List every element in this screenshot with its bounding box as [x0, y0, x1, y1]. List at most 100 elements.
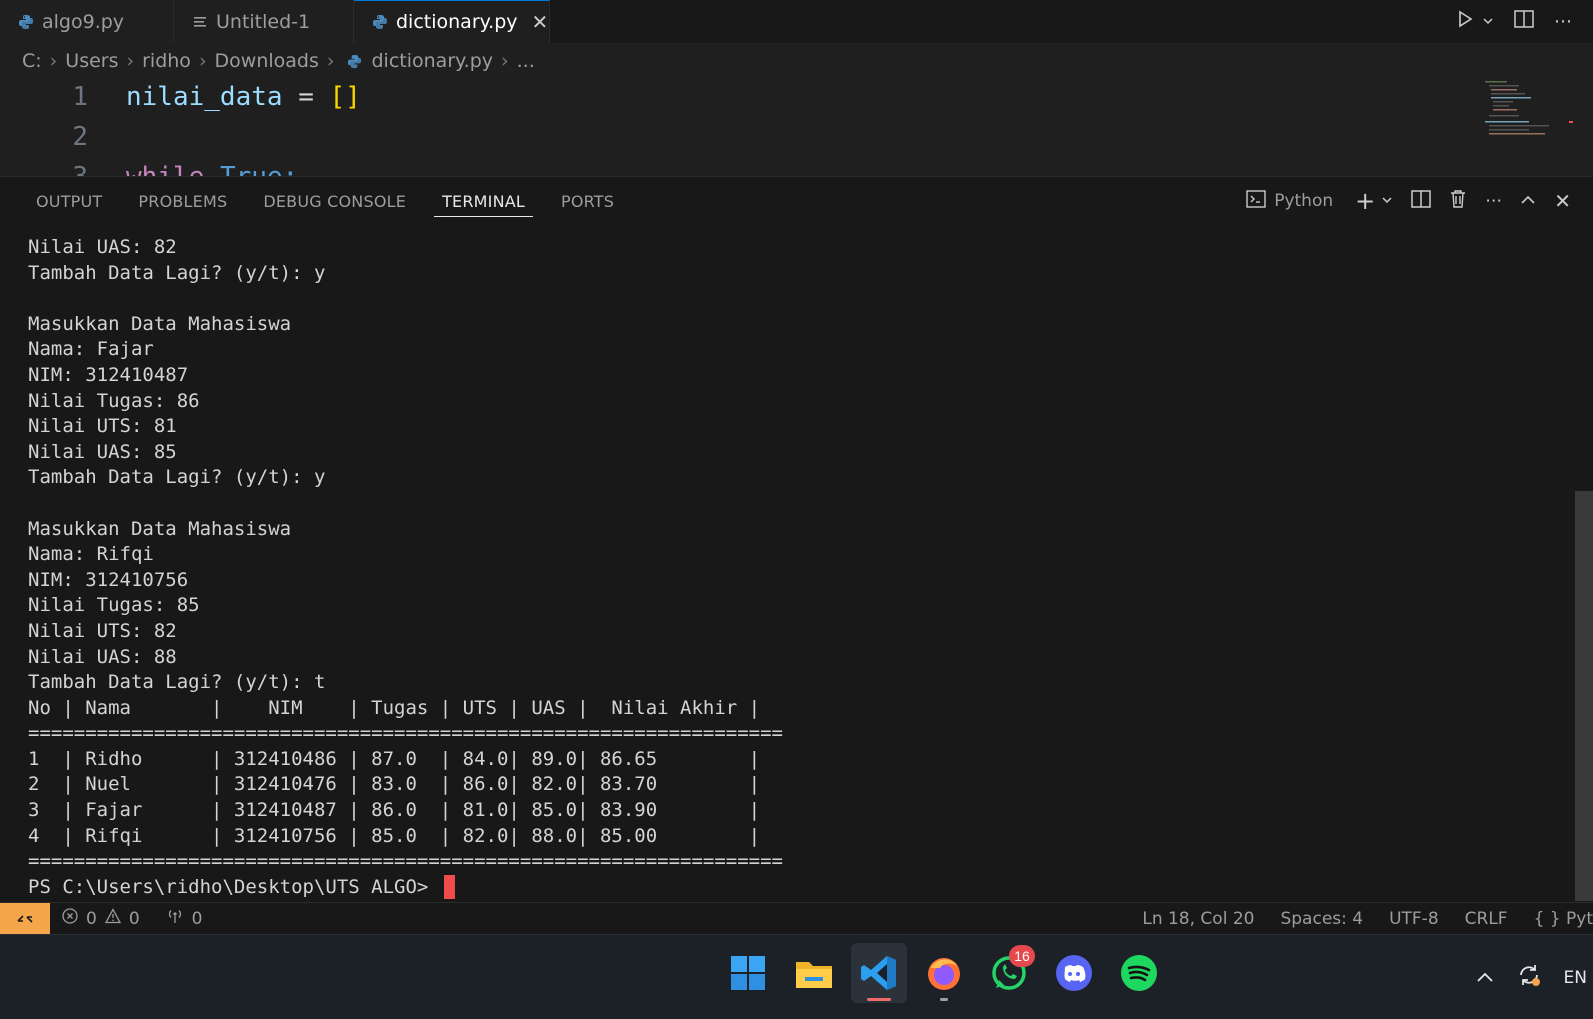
- line-number: 3: [0, 162, 88, 176]
- terminal-line: 3 | Fajar | 312410487 | 86.0 | 81.0| 85.…: [28, 799, 761, 822]
- terminal-line: NIM: 312410487: [28, 363, 189, 386]
- warning-icon: [104, 908, 121, 929]
- tab-debug-console[interactable]: DEBUG CONSOLE: [255, 177, 414, 225]
- tab-terminal[interactable]: TERMINAL: [434, 177, 533, 225]
- tab-algo9[interactable]: algo9.py: [0, 0, 174, 43]
- problems-summary[interactable]: 0 0 0: [62, 908, 202, 929]
- editor-tab-bar: algo9.py Untitled-1 dictionary.py ✕ ⋯: [0, 0, 1593, 43]
- error-icon: [62, 908, 78, 929]
- run-icon[interactable]: [1456, 10, 1474, 33]
- breadcrumb-item[interactable]: dictionary.py: [372, 50, 494, 72]
- spotify-app[interactable]: [1111, 943, 1167, 1003]
- language-indicator[interactable]: EN: [1564, 968, 1587, 988]
- chevron-right-icon: ›: [326, 50, 335, 72]
- terminal-line: 4 | Rifqi | 312410756 | 85.0 | 82.0| 88.…: [28, 824, 761, 847]
- code-line: 2: [0, 117, 88, 157]
- warning-count: 0: [128, 908, 140, 929]
- trash-icon[interactable]: [1449, 189, 1467, 214]
- status-bar: 0 0 0 Ln 18, Col 20 Spaces: 4 UTF-8 CRLF…: [0, 902, 1593, 935]
- chevron-right-icon: ›: [501, 50, 509, 72]
- system-tray: EN: [1476, 935, 1593, 1019]
- encoding[interactable]: UTF-8: [1389, 909, 1439, 929]
- windows-icon: [731, 956, 765, 990]
- code-token: while: [126, 162, 204, 176]
- status-right: Ln 18, Col 20 Spaces: 4 UTF-8 CRLF { } P…: [1142, 909, 1593, 929]
- tab-output[interactable]: OUTPUT: [28, 177, 110, 225]
- chevron-down-icon[interactable]: [1381, 191, 1393, 211]
- more-icon[interactable]: ⋯: [1554, 11, 1573, 32]
- show-hidden-icons-icon[interactable]: [1476, 968, 1494, 988]
- discord-app[interactable]: [1046, 943, 1102, 1003]
- terminal-line: 1 | Ridho | 312410486 | 87.0 | 84.0| 89.…: [28, 747, 761, 770]
- terminal-prompt-line[interactable]: PS C:\Users\ridho\Desktop\UTS ALGO>: [28, 875, 1548, 901]
- maximize-panel-icon[interactable]: [1520, 191, 1536, 211]
- terminal-line: Tambah Data Lagi? (y/t): t: [28, 671, 326, 694]
- end-of-line[interactable]: CRLF: [1465, 909, 1508, 929]
- tab-label: Untitled-1: [216, 10, 311, 33]
- terminal-scrollbar[interactable]: [1575, 491, 1593, 901]
- language-mode[interactable]: { } Pyt: [1534, 909, 1593, 929]
- python-icon: [18, 14, 34, 30]
- terminal-line: Nilai UTS: 81: [28, 415, 177, 438]
- breadcrumb: C: › Users › ridho › Downloads › diction…: [0, 43, 1593, 79]
- terminal-line: Nilai Tugas: 86: [28, 389, 200, 412]
- shell-name: Python: [1274, 191, 1334, 211]
- vscode-app[interactable]: [851, 943, 907, 1003]
- firefox-app[interactable]: [916, 943, 972, 1003]
- whatsapp-app[interactable]: 16: [981, 943, 1037, 1003]
- chevron-right-icon: ›: [198, 50, 207, 72]
- code-token: []: [329, 82, 361, 112]
- tab-ports[interactable]: PORTS: [553, 177, 622, 225]
- breadcrumb-item[interactable]: ...: [517, 50, 535, 72]
- terminal-line: Nilai UAS: 82: [28, 236, 177, 258]
- split-editor-icon[interactable]: [1514, 10, 1534, 33]
- close-icon[interactable]: ✕: [532, 10, 549, 34]
- terminal-line: NIM: 312410756: [28, 568, 189, 591]
- ports-count: 0: [191, 908, 203, 929]
- open-indicator: [940, 998, 948, 1001]
- line-number: 2: [72, 122, 88, 152]
- tab-dictionary[interactable]: dictionary.py ✕: [354, 0, 550, 43]
- spotify-icon: [1121, 955, 1157, 991]
- indentation[interactable]: Spaces: 4: [1280, 909, 1363, 929]
- terminal-line: ========================================…: [28, 722, 783, 745]
- code-text: while True:: [126, 162, 298, 176]
- start-button[interactable]: [720, 943, 776, 1003]
- breadcrumb-item[interactable]: ridho: [142, 50, 191, 72]
- code-line: 3 while True:: [0, 157, 298, 176]
- terminal-line: Masukkan Data Mahasiswa: [28, 517, 292, 540]
- code-editor[interactable]: 1 nilai_data = [] 2 3 while True:: [0, 79, 1593, 176]
- cursor-position[interactable]: Ln 18, Col 20: [1142, 909, 1254, 929]
- breadcrumb-item[interactable]: Users: [65, 50, 118, 72]
- error-count: 0: [86, 908, 97, 929]
- remote-indicator[interactable]: [0, 902, 50, 935]
- file-explorer-app[interactable]: [786, 943, 842, 1003]
- terminal-panel: OUTPUT PROBLEMS DEBUG CONSOLE TERMINAL P…: [0, 176, 1593, 902]
- folder-icon: [796, 962, 832, 988]
- terminal-line: Nilai UTS: 82: [28, 619, 177, 642]
- code-text: nilai_data = []: [126, 82, 361, 112]
- code-token: True:: [220, 162, 298, 176]
- python-icon: [347, 54, 362, 69]
- terminal-shell-selector[interactable]: Python: [1246, 189, 1334, 213]
- breadcrumb-item[interactable]: Downloads: [215, 50, 319, 72]
- split-terminal-icon[interactable]: [1411, 189, 1431, 213]
- terminal-line: No | Nama | NIM | Tugas | UTS | UAS | Ni…: [28, 696, 761, 719]
- minimap[interactable]: [1483, 79, 1573, 145]
- code-line: 1 nilai_data = []: [0, 79, 360, 117]
- chevron-down-icon[interactable]: [1482, 11, 1494, 32]
- terminal-line: Nama: Fajar: [28, 338, 154, 361]
- breadcrumb-item[interactable]: C:: [22, 50, 42, 72]
- tab-problems[interactable]: PROBLEMS: [130, 177, 235, 225]
- panel-actions: Python + ⋯ ✕: [1246, 177, 1571, 225]
- editor-actions: ⋯: [1456, 0, 1573, 43]
- close-icon[interactable]: ✕: [1554, 189, 1571, 213]
- tab-untitled-1[interactable]: Untitled-1: [174, 0, 354, 43]
- terminal-output[interactable]: Nilai UAS: 82 Tambah Data Lagi? (y/t): y M…: [28, 235, 1548, 900]
- new-terminal-icon[interactable]: +: [1355, 187, 1375, 215]
- sync-icon[interactable]: [1516, 962, 1542, 993]
- terminal-line: Tambah Data Lagi? (y/t): y: [28, 261, 326, 284]
- tab-label: dictionary.py: [396, 11, 518, 33]
- more-icon[interactable]: ⋯: [1485, 191, 1502, 211]
